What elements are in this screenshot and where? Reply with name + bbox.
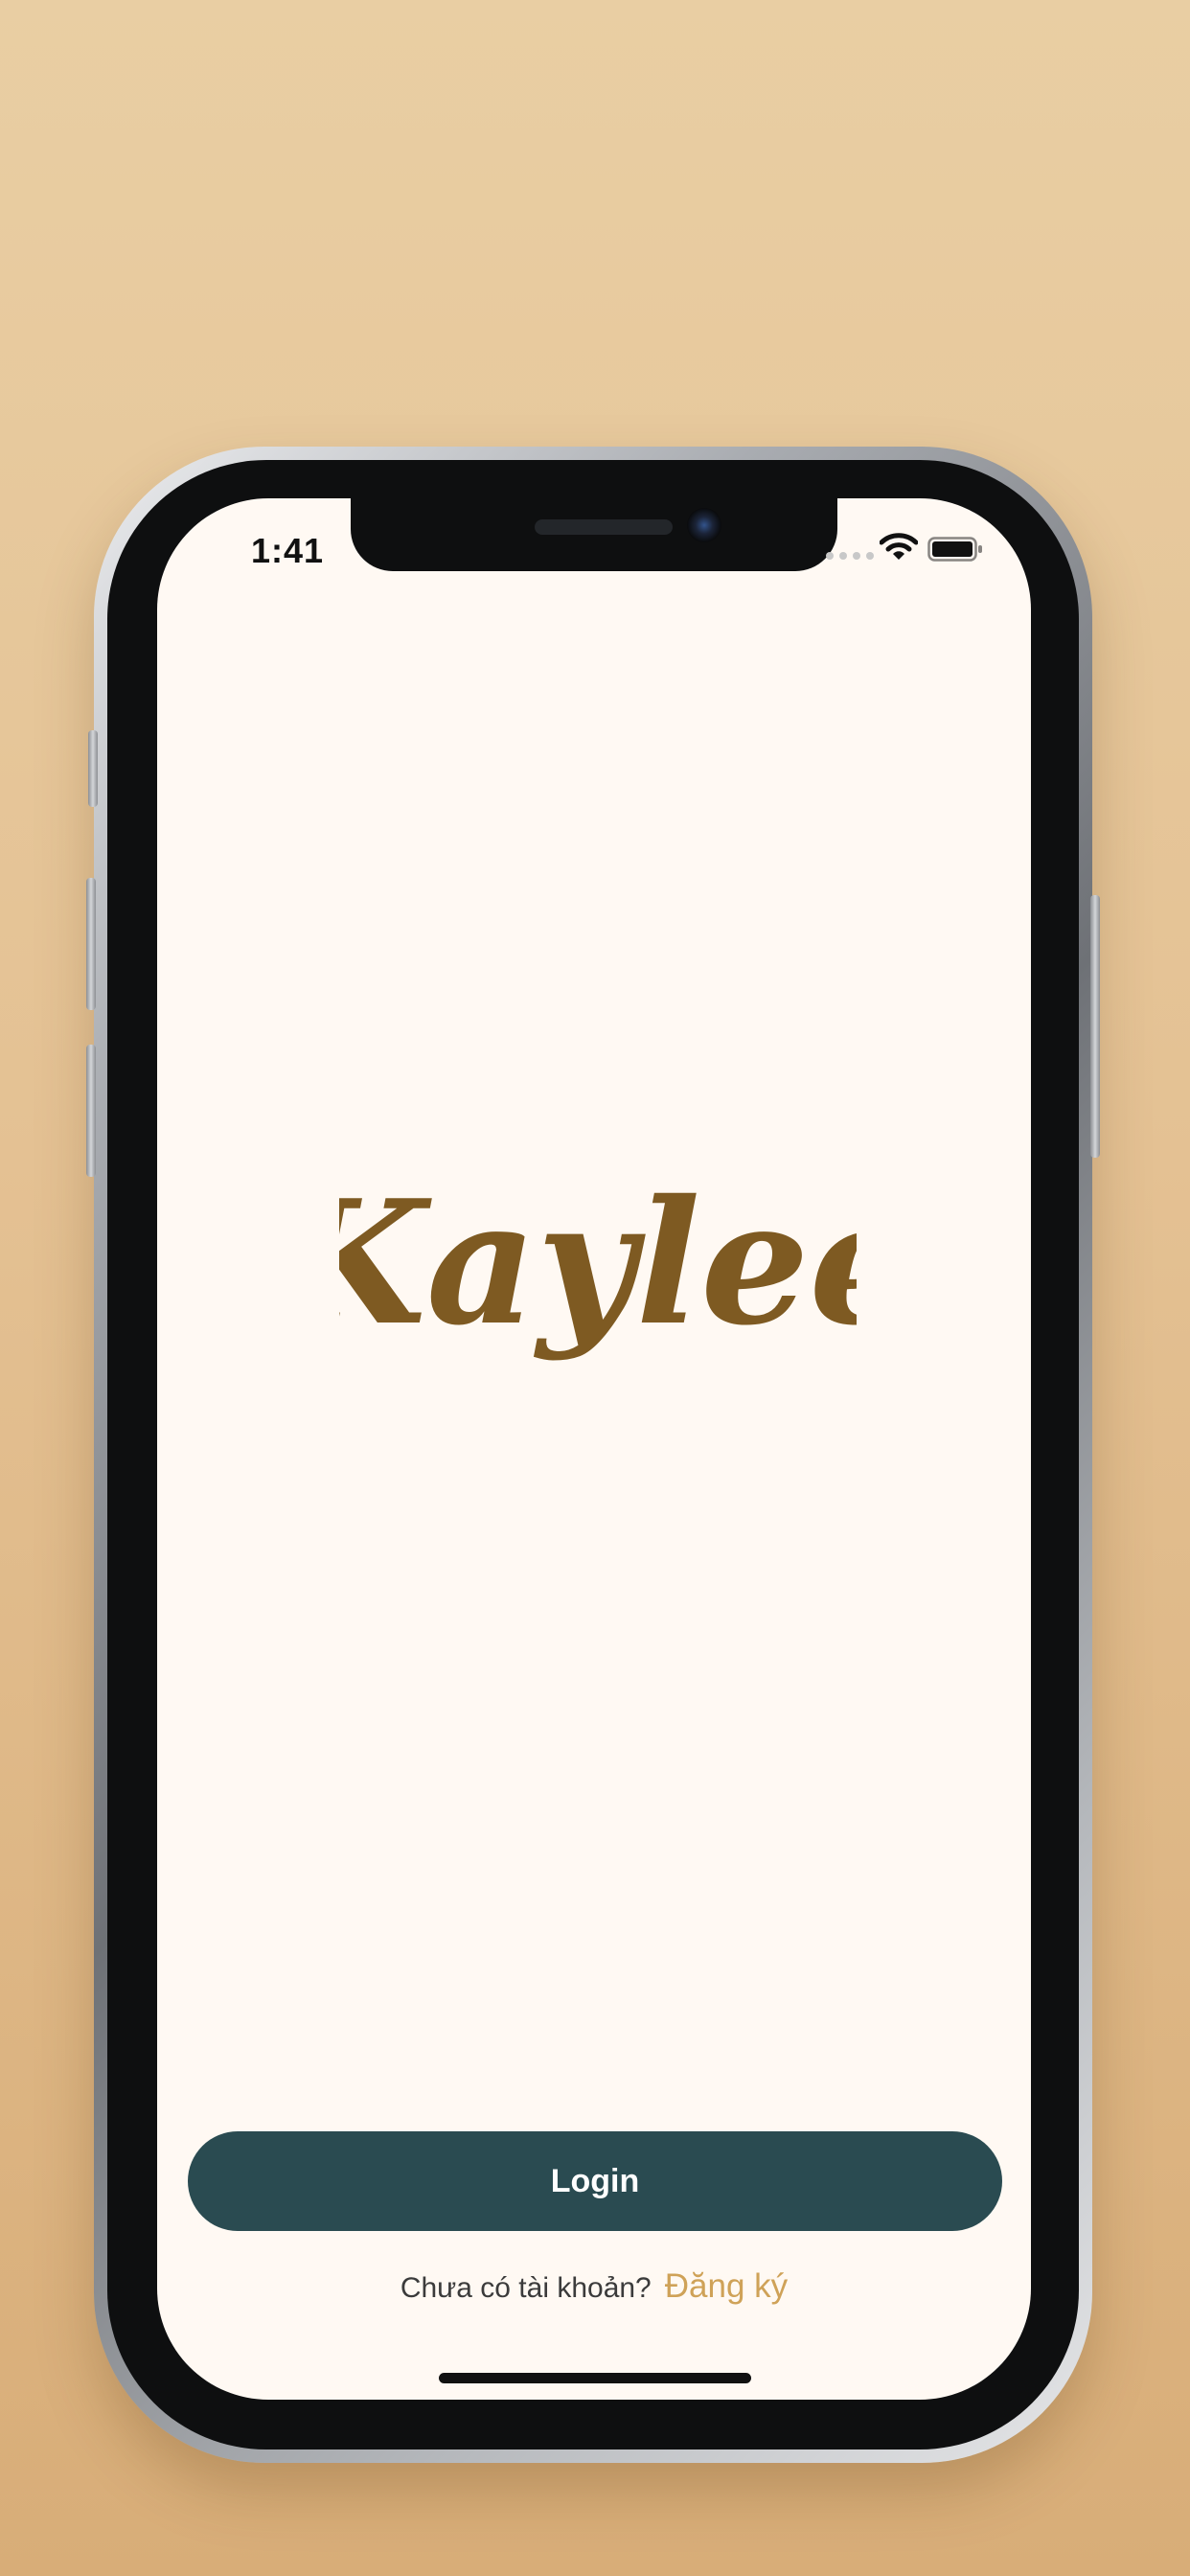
speaker-grille [535,519,673,535]
signal-icon [826,552,874,560]
brand-logo: Kaylee [339,1162,857,1363]
status-time: 1:41 [251,531,325,570]
battery-icon [927,537,982,562]
silent-switch [88,730,98,807]
login-button[interactable]: Login [188,2131,1002,2231]
volume-up-button [86,878,96,1010]
wifi-icon [880,533,918,560]
signup-prompt: Chưa có tài khoản? [400,2272,652,2304]
power-button [1090,895,1100,1158]
home-indicator[interactable] [439,2373,751,2383]
app-screen: 1:41 Kaylee Login Chưa có tài khoản? Đăng… [157,498,1031,2400]
signup-row: Chưa có tài khoản? Đăng ký [157,2267,1031,2306]
notch [351,498,837,571]
camera-icon [687,508,721,542]
signup-link[interactable]: Đăng ký [665,2267,788,2305]
volume-down-button [86,1045,96,1177]
brand-logo-text: Kaylee [339,1162,857,1363]
